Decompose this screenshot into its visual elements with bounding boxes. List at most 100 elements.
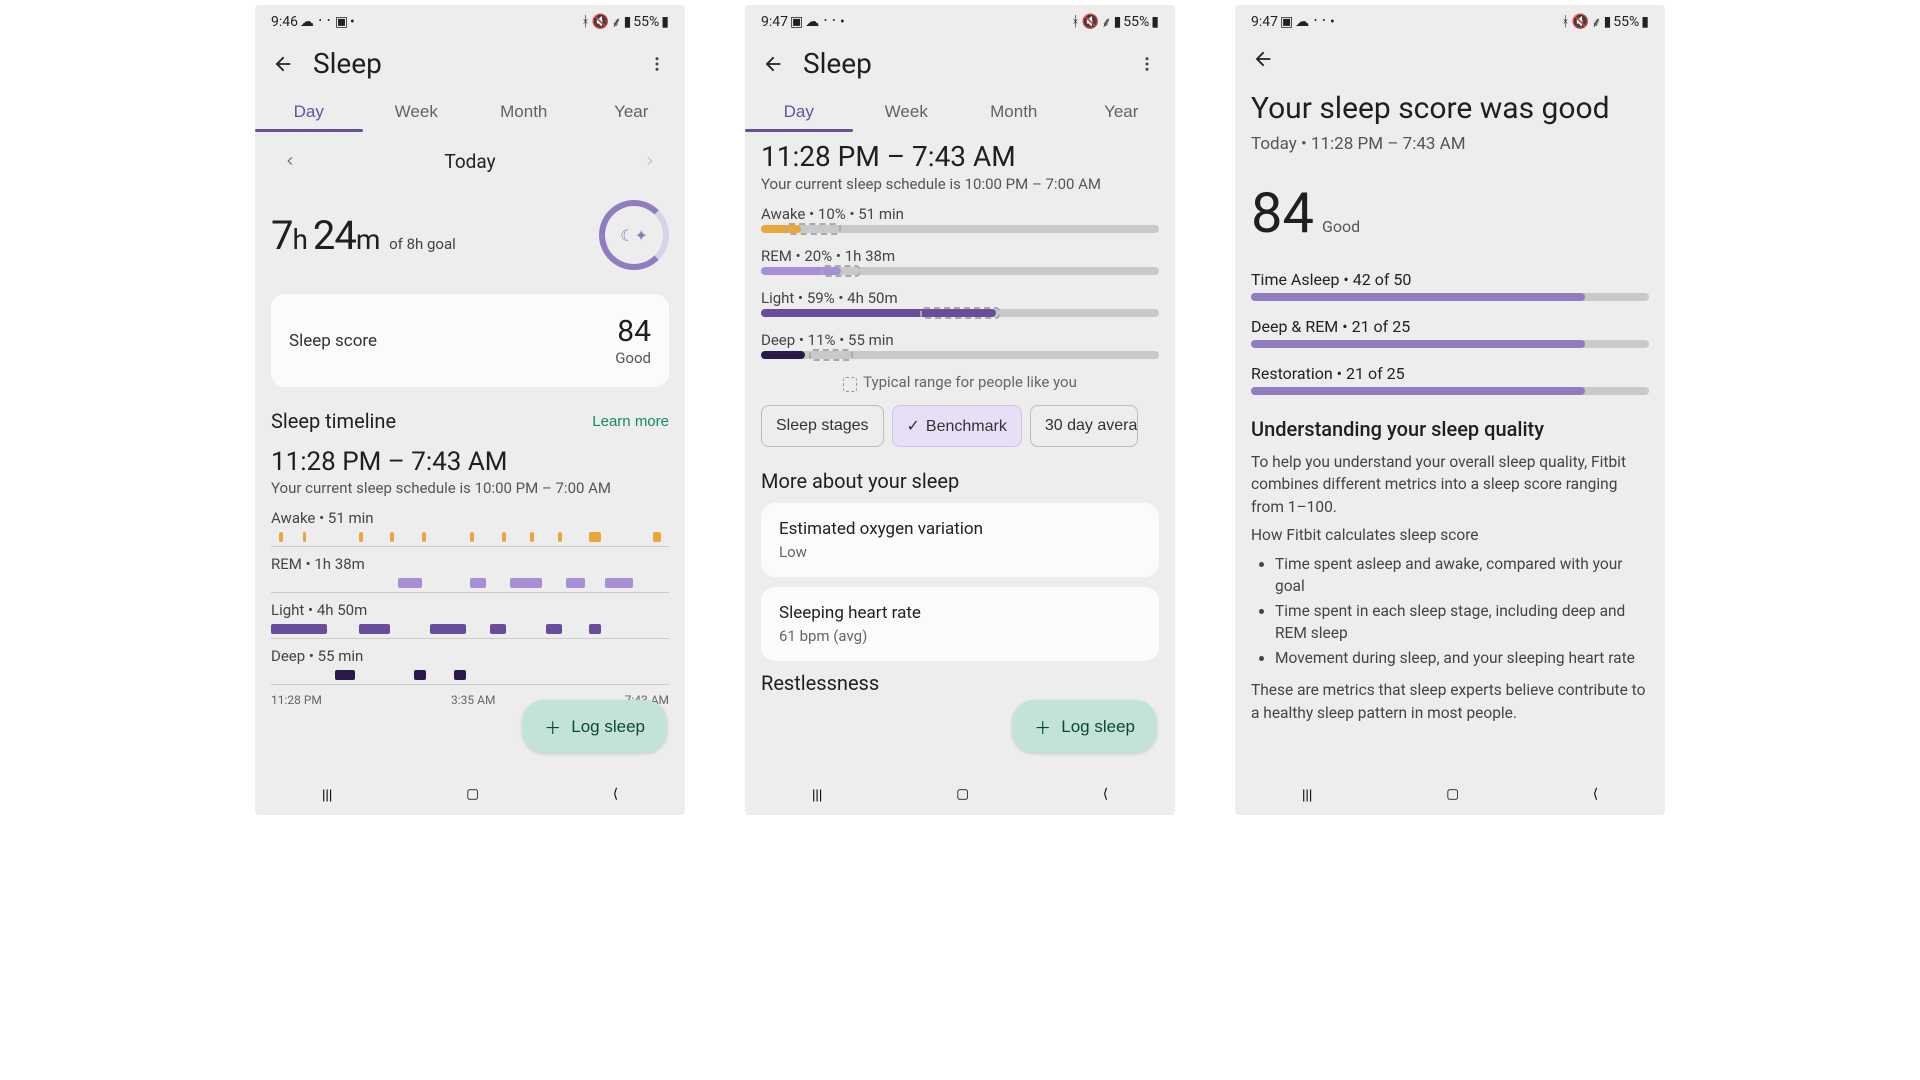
battery-icon: ▮ — [1641, 14, 1649, 30]
nav-back-button[interactable]: ⟨ — [601, 780, 630, 808]
score-quality: Good — [1322, 217, 1360, 236]
tab-day[interactable]: Day — [745, 90, 853, 132]
cloud-icon: ☁ — [300, 14, 314, 30]
typical-range-legend: Typical range for people like you — [761, 373, 1159, 391]
image-icon: ▣ — [790, 14, 803, 30]
chip-sleep-stages[interactable]: Sleep stages — [761, 405, 884, 447]
log-sleep-button[interactable]: ＋Log sleep — [1012, 700, 1157, 753]
home-button[interactable]: ▢ — [944, 780, 981, 808]
explain-p1: To help you understand your overall slee… — [1251, 451, 1649, 518]
chip-30day[interactable]: 30 day average — [1030, 405, 1138, 447]
page-title: Sleep — [313, 47, 627, 80]
status-bar: 9:46 ☁ ᛫᛫ ▣ • ᚼ 🔇 ⸙ ▮ 55% ▮ — [255, 5, 685, 35]
stage-bar-row: REM • 20% • 1h 38m — [761, 247, 1159, 275]
tab-year[interactable]: Year — [1068, 90, 1176, 132]
chip-benchmark[interactable]: ✓Benchmark — [892, 405, 1022, 447]
moon-icon: ☾✦ — [620, 226, 648, 245]
restlessness-title: Restlessness — [761, 671, 1159, 695]
sleep-summary: 7h 24m of 8h goal ☾✦ — [271, 190, 669, 288]
stage-bar-track — [761, 309, 1159, 317]
duration-hours: 7 — [271, 212, 292, 259]
home-button[interactable]: ▢ — [1434, 780, 1471, 808]
next-day-button[interactable] — [635, 146, 665, 176]
sleep-range: 11:28 PM – 7:43 AM — [271, 447, 669, 477]
stage-bar-row: Deep • 11% • 55 min — [761, 331, 1159, 359]
dots-icon: ᛫᛫ — [1311, 14, 1328, 30]
oxygen-title: Estimated oxygen variation — [779, 519, 1141, 539]
home-button[interactable]: ▢ — [454, 780, 491, 808]
goal-label: of 8h goal — [385, 235, 455, 253]
view-chips: Sleep stages ✓Benchmark 30 day average — [761, 405, 1159, 447]
tab-month[interactable]: Month — [960, 90, 1068, 132]
nav-back-button[interactable]: ⟨ — [1091, 780, 1120, 808]
stage-bar-track — [761, 225, 1159, 233]
recent-apps-button[interactable]: ||| — [1290, 781, 1324, 808]
hr-title: Sleeping heart rate — [779, 603, 1141, 623]
mute-icon: 🔇 — [1572, 14, 1589, 30]
score-heading: Your sleep score was good — [1251, 91, 1649, 126]
score-metric: Time Asleep • 42 of 50 — [1251, 270, 1649, 301]
sleep-score-card[interactable]: Sleep score 84 Good — [271, 294, 669, 387]
tab-month[interactable]: Month — [470, 90, 578, 132]
score-metric: Deep & REM • 21 of 25 — [1251, 317, 1649, 348]
explain-p2: How Fitbit calculates sleep score — [1251, 524, 1649, 546]
typical-range-marker — [785, 223, 841, 235]
oxygen-value: Low — [779, 543, 1141, 561]
dots-icon: ᛫᛫ — [316, 14, 333, 30]
wifi-icon: ⸙ — [611, 13, 622, 32]
lane-light — [271, 621, 669, 639]
stage-bar-track — [761, 267, 1159, 275]
day-navigator: Today — [271, 132, 669, 190]
back-button[interactable] — [761, 52, 785, 76]
status-time: 9:46 — [271, 14, 298, 30]
timeline-title: Sleep timeline — [271, 409, 396, 433]
dot-icon: • — [1330, 14, 1335, 30]
stage-bar-label: Awake • 10% • 51 min — [761, 205, 1159, 223]
stage-bar-row: Light • 59% • 4h 50m — [761, 289, 1159, 317]
tab-day[interactable]: Day — [255, 90, 363, 132]
score-value: 84 — [615, 314, 651, 349]
oxygen-card[interactable]: Estimated oxygen variation Low — [761, 503, 1159, 577]
nav-back-button[interactable]: ⟨ — [1581, 780, 1610, 808]
metric-fill — [1251, 387, 1585, 395]
back-button[interactable] — [271, 52, 295, 76]
bluetooth-icon: ᚼ — [1071, 14, 1079, 30]
recent-apps-button[interactable]: ||| — [800, 781, 834, 808]
learn-more-link[interactable]: Learn more — [592, 413, 669, 430]
typical-range-marker — [920, 307, 1000, 319]
overflow-menu-button[interactable] — [645, 52, 669, 76]
log-sleep-button[interactable]: ＋Log sleep — [522, 700, 667, 753]
hr-value: 61 bpm (avg) — [779, 627, 1141, 645]
back-button[interactable] — [1251, 47, 1275, 71]
wifi-icon: ⸙ — [1101, 13, 1112, 32]
dot-icon: • — [350, 14, 355, 30]
typical-range-icon — [843, 377, 857, 392]
wifi-icon: ⸙ — [1591, 13, 1602, 32]
metric-track — [1251, 340, 1649, 348]
metric-label: Deep & REM • 21 of 25 — [1251, 317, 1649, 336]
mute-icon: 🔇 — [592, 14, 609, 30]
explain-bullets: Time spent asleep and awake, compared wi… — [1251, 553, 1649, 669]
score-metric: Restoration • 21 of 25 — [1251, 364, 1649, 395]
tab-week[interactable]: Week — [363, 90, 471, 132]
stage-bar-fill — [761, 351, 805, 359]
score-number: 84 — [1251, 180, 1314, 246]
goal-progress-ring: ☾✦ — [599, 200, 669, 270]
overflow-menu-button[interactable] — [1135, 52, 1159, 76]
heart-rate-card[interactable]: Sleeping heart rate 61 bpm (avg) — [761, 587, 1159, 661]
signal-icon: ▮ — [1114, 14, 1122, 30]
status-time: 9:47 — [761, 14, 788, 30]
tab-year[interactable]: Year — [578, 90, 686, 132]
battery-icon: ▮ — [661, 14, 669, 30]
recent-apps-button[interactable]: ||| — [310, 781, 344, 808]
metric-track — [1251, 293, 1649, 301]
plus-icon: ＋ — [1034, 714, 1051, 739]
stage-bar-label: Deep • 11% • 55 min — [761, 331, 1159, 349]
app-header: Sleep — [255, 35, 685, 90]
score-quality: Good — [615, 349, 651, 367]
bullet-item: Time spent in each sleep stage, includin… — [1275, 600, 1649, 645]
dots-icon: ᛫᛫ — [821, 14, 838, 30]
metric-label: Restoration • 21 of 25 — [1251, 364, 1649, 383]
tab-week[interactable]: Week — [853, 90, 961, 132]
prev-day-button[interactable] — [275, 146, 305, 176]
